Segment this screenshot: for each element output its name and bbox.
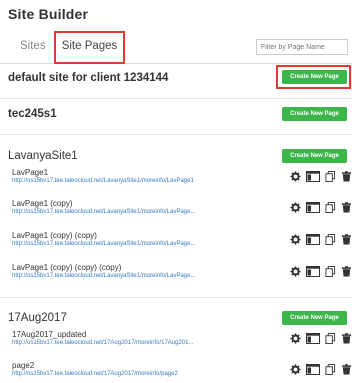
page-name: LavPage1 (copy) (copy) (copy)	[12, 263, 122, 272]
page-actions	[290, 364, 352, 376]
page-url-link[interactable]: http://os15bv17.tee.taleocloud.net/17Aug…	[12, 340, 193, 346]
trash-icon[interactable]	[341, 202, 352, 213]
copy-icon[interactable]	[325, 333, 336, 344]
page-actions	[290, 234, 352, 246]
create-new-page-button[interactable]: Create New Page	[282, 70, 347, 84]
trash-icon[interactable]	[341, 333, 352, 344]
page-name: LavPage1 (copy)	[12, 199, 73, 208]
page-actions	[290, 266, 352, 278]
trash-icon[interactable]	[341, 266, 352, 277]
site-name: tec245s1	[8, 108, 57, 120]
page-actions	[290, 333, 352, 345]
window-icon[interactable]	[306, 234, 320, 245]
window-icon[interactable]	[306, 202, 320, 213]
window-icon[interactable]	[306, 171, 320, 182]
page-item: page2 http://os15bv17.tee.taleocloud.net…	[12, 361, 352, 383]
page-item: LavPage1 (copy) http://os15bv17.tee.tale…	[12, 199, 352, 223]
site-builder-page: Site Builder Sites Site Pages default si…	[0, 0, 352, 383]
tab-site-pages[interactable]: Site Pages	[54, 31, 125, 64]
window-icon[interactable]	[306, 364, 320, 375]
site-name: LavanyaSite1	[8, 150, 78, 162]
gear-icon[interactable]	[290, 364, 301, 375]
copy-icon[interactable]	[325, 266, 336, 277]
page-item: LavPage1 (copy) (copy) http://os15bv17.t…	[12, 231, 352, 255]
gear-icon[interactable]	[290, 266, 301, 277]
tab-bar: Sites Site Pages	[0, 31, 352, 64]
tab-sites[interactable]: Sites	[20, 40, 46, 52]
copy-icon[interactable]	[325, 364, 336, 375]
page-item: LavPage1 (copy) (copy) (copy) http://os1…	[12, 263, 352, 287]
trash-icon[interactable]	[341, 171, 352, 182]
page-actions	[290, 171, 352, 183]
page-title: Site Builder	[8, 6, 89, 22]
copy-icon[interactable]	[325, 171, 336, 182]
window-icon[interactable]	[306, 266, 320, 277]
copy-icon[interactable]	[325, 202, 336, 213]
window-icon[interactable]	[306, 333, 320, 344]
site-name: 17Aug2017	[8, 312, 67, 324]
site-name: default site for client 1234144	[8, 72, 169, 84]
page-name: LavPage1	[12, 168, 49, 177]
trash-icon[interactable]	[341, 364, 352, 375]
gear-icon[interactable]	[290, 171, 301, 182]
create-new-page-button[interactable]: Create New Page	[282, 107, 347, 121]
page-name: 17Aug2017_updated	[12, 330, 87, 339]
gear-icon[interactable]	[290, 333, 301, 344]
page-name: LavPage1 (copy) (copy)	[12, 231, 97, 240]
create-new-page-button[interactable]: Create New Page	[282, 311, 347, 325]
page-url-link[interactable]: http://os15bv17.tee.taleocloud.net/Lavan…	[12, 273, 195, 279]
page-url-link[interactable]: http://os15bv17.tee.taleocloud.net/Lavan…	[12, 209, 195, 215]
create-new-page-button[interactable]: Create New Page	[282, 149, 347, 163]
gear-icon[interactable]	[290, 202, 301, 213]
page-item: LavPage1 http://os15bv17.tee.taleocloud.…	[12, 168, 352, 192]
divider	[0, 297, 352, 298]
trash-icon[interactable]	[341, 234, 352, 245]
page-url-link[interactable]: http://os15bv17.tee.taleocloud.net/Lavan…	[12, 178, 194, 184]
gear-icon[interactable]	[290, 234, 301, 245]
page-url-link[interactable]: http://os15bv17.tee.taleocloud.net/Lavan…	[12, 241, 195, 247]
filter-input[interactable]	[256, 39, 348, 55]
page-actions	[290, 202, 352, 214]
divider	[0, 134, 352, 135]
page-name: page2	[12, 361, 35, 370]
page-url-link[interactable]: http://os15bv17.tee.taleocloud.net/17Aug…	[12, 371, 178, 377]
copy-icon[interactable]	[325, 234, 336, 245]
divider	[0, 98, 352, 99]
page-item: 17Aug2017_updated http://os15bv17.tee.ta…	[12, 330, 352, 354]
